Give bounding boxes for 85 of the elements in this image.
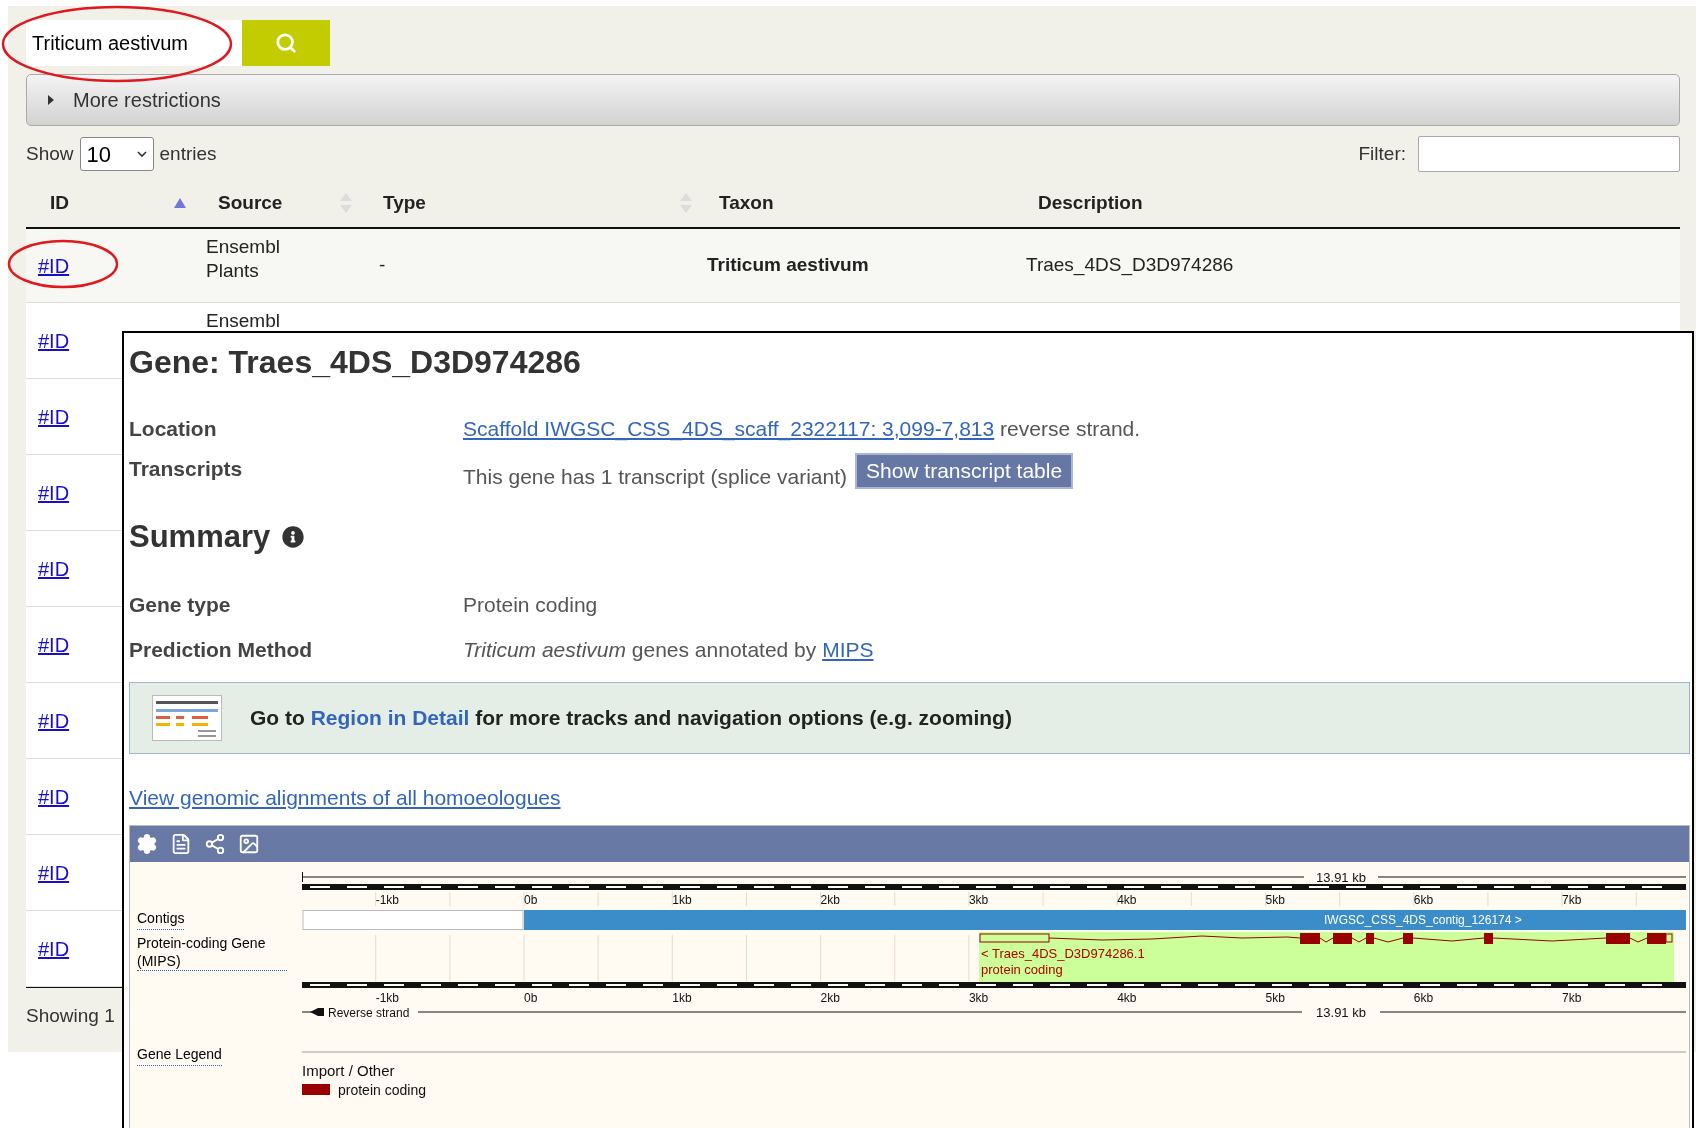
filter-field[interactable] (1418, 136, 1680, 172)
column-header[interactable]: Source (218, 188, 283, 218)
search-icon (275, 32, 297, 54)
summary-heading: Summary (129, 518, 271, 556)
id-link[interactable]: #ID (38, 633, 70, 656)
tick-label: 0b (524, 991, 538, 1005)
tick-label: 6kb (1413, 893, 1434, 907)
share-icon[interactable] (204, 833, 226, 855)
more-restrictions-label: More restrictions (73, 88, 221, 113)
track-label: Contigs (137, 908, 185, 930)
region-banner-text: Go to Region in Detail for more tracks and navigation options (e.g. zooming) (250, 704, 1012, 731)
tick-label: -1kb (375, 893, 400, 907)
id-link[interactable]: #ID (38, 557, 70, 580)
more-restrictions-bar[interactable]: More restrictions (26, 74, 1680, 126)
id-link[interactable]: #ID (38, 785, 70, 808)
tick-label: 4kb (1117, 893, 1137, 907)
chevron-down-icon (136, 150, 147, 158)
table-cell-text: Ensembl Plants (206, 235, 281, 283)
tick-label: 2kb (820, 893, 840, 907)
tick-label: 3kb (968, 991, 989, 1005)
biotype-label: protein coding (981, 962, 1063, 977)
table-cell: Traes_4DS_D3D974286 (1026, 254, 1234, 276)
tick-label: 7kb (1562, 893, 1582, 907)
column-header[interactable]: Type (383, 188, 426, 218)
column-header[interactable]: Description (1038, 188, 1143, 218)
table-cell: Triticum aestivum (707, 254, 869, 276)
id-link[interactable]: #ID (38, 709, 70, 732)
caret-icon (47, 95, 55, 105)
tick-label: 4kb (1117, 991, 1137, 1005)
track-label: Protein-coding Gene (MIPS) (137, 934, 287, 971)
tick-label: 0b (524, 893, 538, 907)
id-link[interactable]: #ID (38, 481, 70, 504)
location-value: Scaffold IWGSC_CSS_4DS_scaff_2322117: 3,099-7,813 reverse strand. (463, 416, 1141, 443)
legend-label: protein coding (338, 1082, 426, 1098)
document-icon[interactable] (170, 833, 192, 855)
strand-label: Reverse strand (328, 1006, 410, 1020)
tick-label: 5kb (1265, 991, 1285, 1005)
entries-select[interactable]: 10 (79, 137, 154, 171)
image-icon[interactable] (238, 833, 260, 855)
filter-label: Filter: (1358, 141, 1406, 166)
sort-ascending-icon[interactable] (174, 198, 186, 208)
field-label: Transcripts (129, 455, 244, 482)
field-label: Location (129, 416, 218, 442)
scale-label: 13.91 kb (1316, 1005, 1366, 1020)
id-link[interactable]: #ID (38, 329, 70, 352)
transcript-label: < Traes_4DS_D3D974286.1 (981, 946, 1145, 961)
info-icon[interactable] (282, 526, 305, 549)
transcripts-text: This gene has 1 transcript (splice variant) (463, 463, 847, 490)
id-link[interactable]: #ID (38, 861, 70, 884)
tick-label: -1kb (375, 991, 400, 1005)
column-header[interactable]: ID (50, 188, 69, 218)
legend-title: Gene Legend (137, 1044, 222, 1066)
tick-label: 2kb (820, 991, 840, 1005)
legend-heading: Import / Other (302, 1062, 395, 1079)
mips-link[interactable]: MIPS (822, 638, 874, 661)
contig-label: IWGSC_CSS_4DS_contig_126174 > (1324, 913, 1522, 927)
table-cell: - (379, 254, 386, 276)
field-label: Prediction Method (129, 637, 314, 663)
id-link[interactable]: #ID (38, 937, 70, 960)
location-link[interactable]: Scaffold IWGSC_CSS_4DS_scaff_2322117: 3,099-7,813 (463, 417, 995, 440)
homoeologues-link[interactable]: View genomic alignments of all homoeologues (129, 781, 561, 813)
region-thumbnail-icon (152, 694, 222, 741)
settings-icon[interactable] (136, 833, 158, 855)
column-header[interactable]: Taxon (719, 188, 774, 218)
gene-type-value: Protein coding (463, 591, 598, 618)
tick-label: 3kb (968, 893, 989, 907)
region-in-detail-link[interactable]: Region in Detail (310, 705, 470, 729)
id-link[interactable]: #ID (38, 405, 70, 428)
table-cell-text: Ensembl (206, 309, 281, 333)
tick-label: 5kb (1265, 893, 1285, 907)
prediction-value: Triticum aestivum genes annotated by MIPS (463, 637, 874, 663)
show-label: Show (26, 141, 74, 166)
tick-label: 1kb (672, 991, 692, 1005)
tick-label: 7kb (1562, 991, 1582, 1005)
tick-label: 6kb (1413, 991, 1434, 1005)
scale-label: 13.91 kb (1316, 870, 1366, 885)
id-link[interactable]: #ID (38, 254, 70, 277)
strand-arrow-icon (302, 1008, 325, 1016)
search-field[interactable]: Triticum aestivum (26, 20, 242, 66)
gene-title: Gene: Traes_4DS_D3D974286 (129, 343, 582, 381)
show-transcript-table-button[interactable]: Show transcript table (855, 452, 1074, 489)
entries-label: entries (159, 141, 217, 166)
field-label: Gene type (129, 591, 232, 618)
tick-label: 1kb (672, 893, 692, 907)
table-info: Showing 1 (26, 1005, 115, 1026)
